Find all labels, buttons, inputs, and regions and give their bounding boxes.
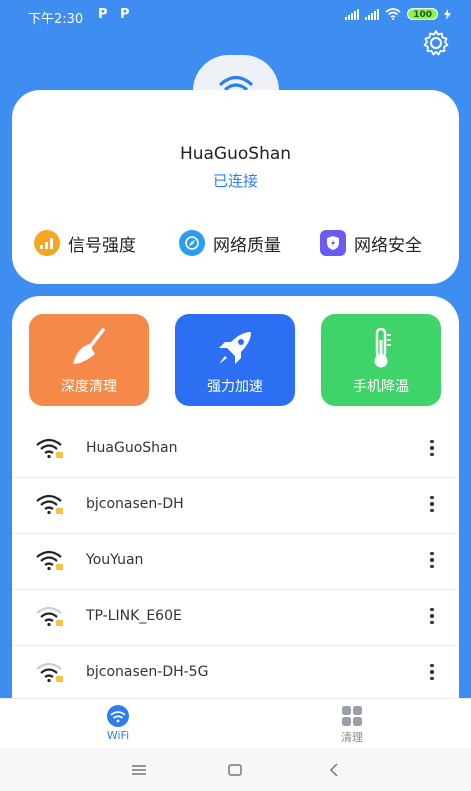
system-nav-bar <box>0 748 471 791</box>
wifi-name: bjconasen-DH <box>86 496 184 512</box>
tools-card: 深度清理 强力加速 手机降温 HuaGuoShan bjconasen-DH Y… <box>12 296 459 716</box>
compass-icon <box>179 230 205 256</box>
tile-label: 手机降温 <box>353 379 409 395</box>
tab-wifi[interactable]: WiFi <box>78 705 158 742</box>
shield-icon <box>320 230 346 256</box>
more-options-icon[interactable] <box>424 604 440 628</box>
more-options-icon[interactable] <box>424 548 440 572</box>
boost-button[interactable]: 强力加速 <box>175 314 295 406</box>
list-item[interactable]: YouYuan <box>12 534 459 590</box>
connection-card: HuaGuoShan 已连接 信号强度 网络质量 网络安全 <box>12 90 459 284</box>
wifi-locked-icon <box>36 494 63 515</box>
more-options-icon[interactable] <box>424 436 440 460</box>
feature-signal-strength[interactable]: 信号强度 <box>34 230 136 256</box>
wifi-locked-icon <box>36 606 63 627</box>
connection-status: 已连接 <box>212 172 258 190</box>
feature-row: 信号强度 网络质量 网络安全 <box>12 230 459 258</box>
list-item[interactable]: TP-LINK_E60E <box>12 590 459 646</box>
bottom-tab-bar: WiFi 清理 <box>0 698 471 748</box>
wifi-status-icon <box>385 8 401 20</box>
charging-bolt-icon <box>444 8 451 20</box>
status-indicators: 100 <box>345 8 451 20</box>
cell-signal-icon <box>365 8 380 20</box>
wifi-locked-icon <box>36 550 63 571</box>
feature-label: 网络安全 <box>354 235 422 256</box>
tab-clean[interactable]: 清理 <box>312 705 392 745</box>
wifi-name: TP-LINK_E60E <box>86 608 182 624</box>
wifi-name: YouYuan <box>86 552 144 568</box>
cell-signal-icon <box>345 8 360 20</box>
tab-label: WiFi <box>106 729 130 742</box>
wifi-locked-icon <box>36 438 63 459</box>
notification-p-icon: P <box>98 7 108 22</box>
wifi-name: bjconasen-DH-5G <box>86 664 209 680</box>
menu-icon[interactable] <box>130 761 148 779</box>
wifi-locked-icon <box>36 662 63 683</box>
rocket-icon <box>219 332 251 364</box>
battery-icon: 100 <box>407 8 438 20</box>
list-item[interactable]: bjconasen-DH <box>12 478 459 534</box>
home-icon[interactable] <box>226 761 244 779</box>
cool-down-button[interactable]: 手机降温 <box>321 314 441 406</box>
settings-gear-icon[interactable] <box>421 28 451 58</box>
feature-network-security[interactable]: 网络安全 <box>320 230 422 256</box>
back-icon[interactable] <box>325 761 343 779</box>
feature-network-quality[interactable]: 网络质量 <box>179 230 281 256</box>
status-bar: 下午2:30 P P 100 <box>0 0 471 32</box>
tile-label: 深度清理 <box>61 379 117 395</box>
list-item[interactable]: bjconasen-DH-5G <box>12 646 459 702</box>
broom-icon <box>73 328 105 364</box>
wifi-list: HuaGuoShan bjconasen-DH YouYuan TP-LINK_… <box>12 422 459 702</box>
more-options-icon[interactable] <box>424 660 440 684</box>
status-time: 下午2:30 <box>28 12 84 27</box>
feature-label: 信号强度 <box>68 235 136 256</box>
list-item[interactable]: HuaGuoShan <box>12 422 459 478</box>
feature-label: 网络质量 <box>213 235 281 256</box>
wifi-tab-icon <box>107 705 129 727</box>
wifi-name: HuaGuoShan <box>86 440 178 456</box>
tab-label: 清理 <box>341 731 363 744</box>
notification-p-icon: P <box>120 7 130 22</box>
network-name: HuaGuoShan <box>179 144 292 164</box>
deep-clean-button[interactable]: 深度清理 <box>29 314 149 406</box>
more-options-icon[interactable] <box>424 492 440 516</box>
thermometer-icon <box>374 327 391 368</box>
signal-strength-icon <box>34 230 60 256</box>
tile-label: 强力加速 <box>207 379 263 395</box>
grid-icon <box>342 706 362 726</box>
